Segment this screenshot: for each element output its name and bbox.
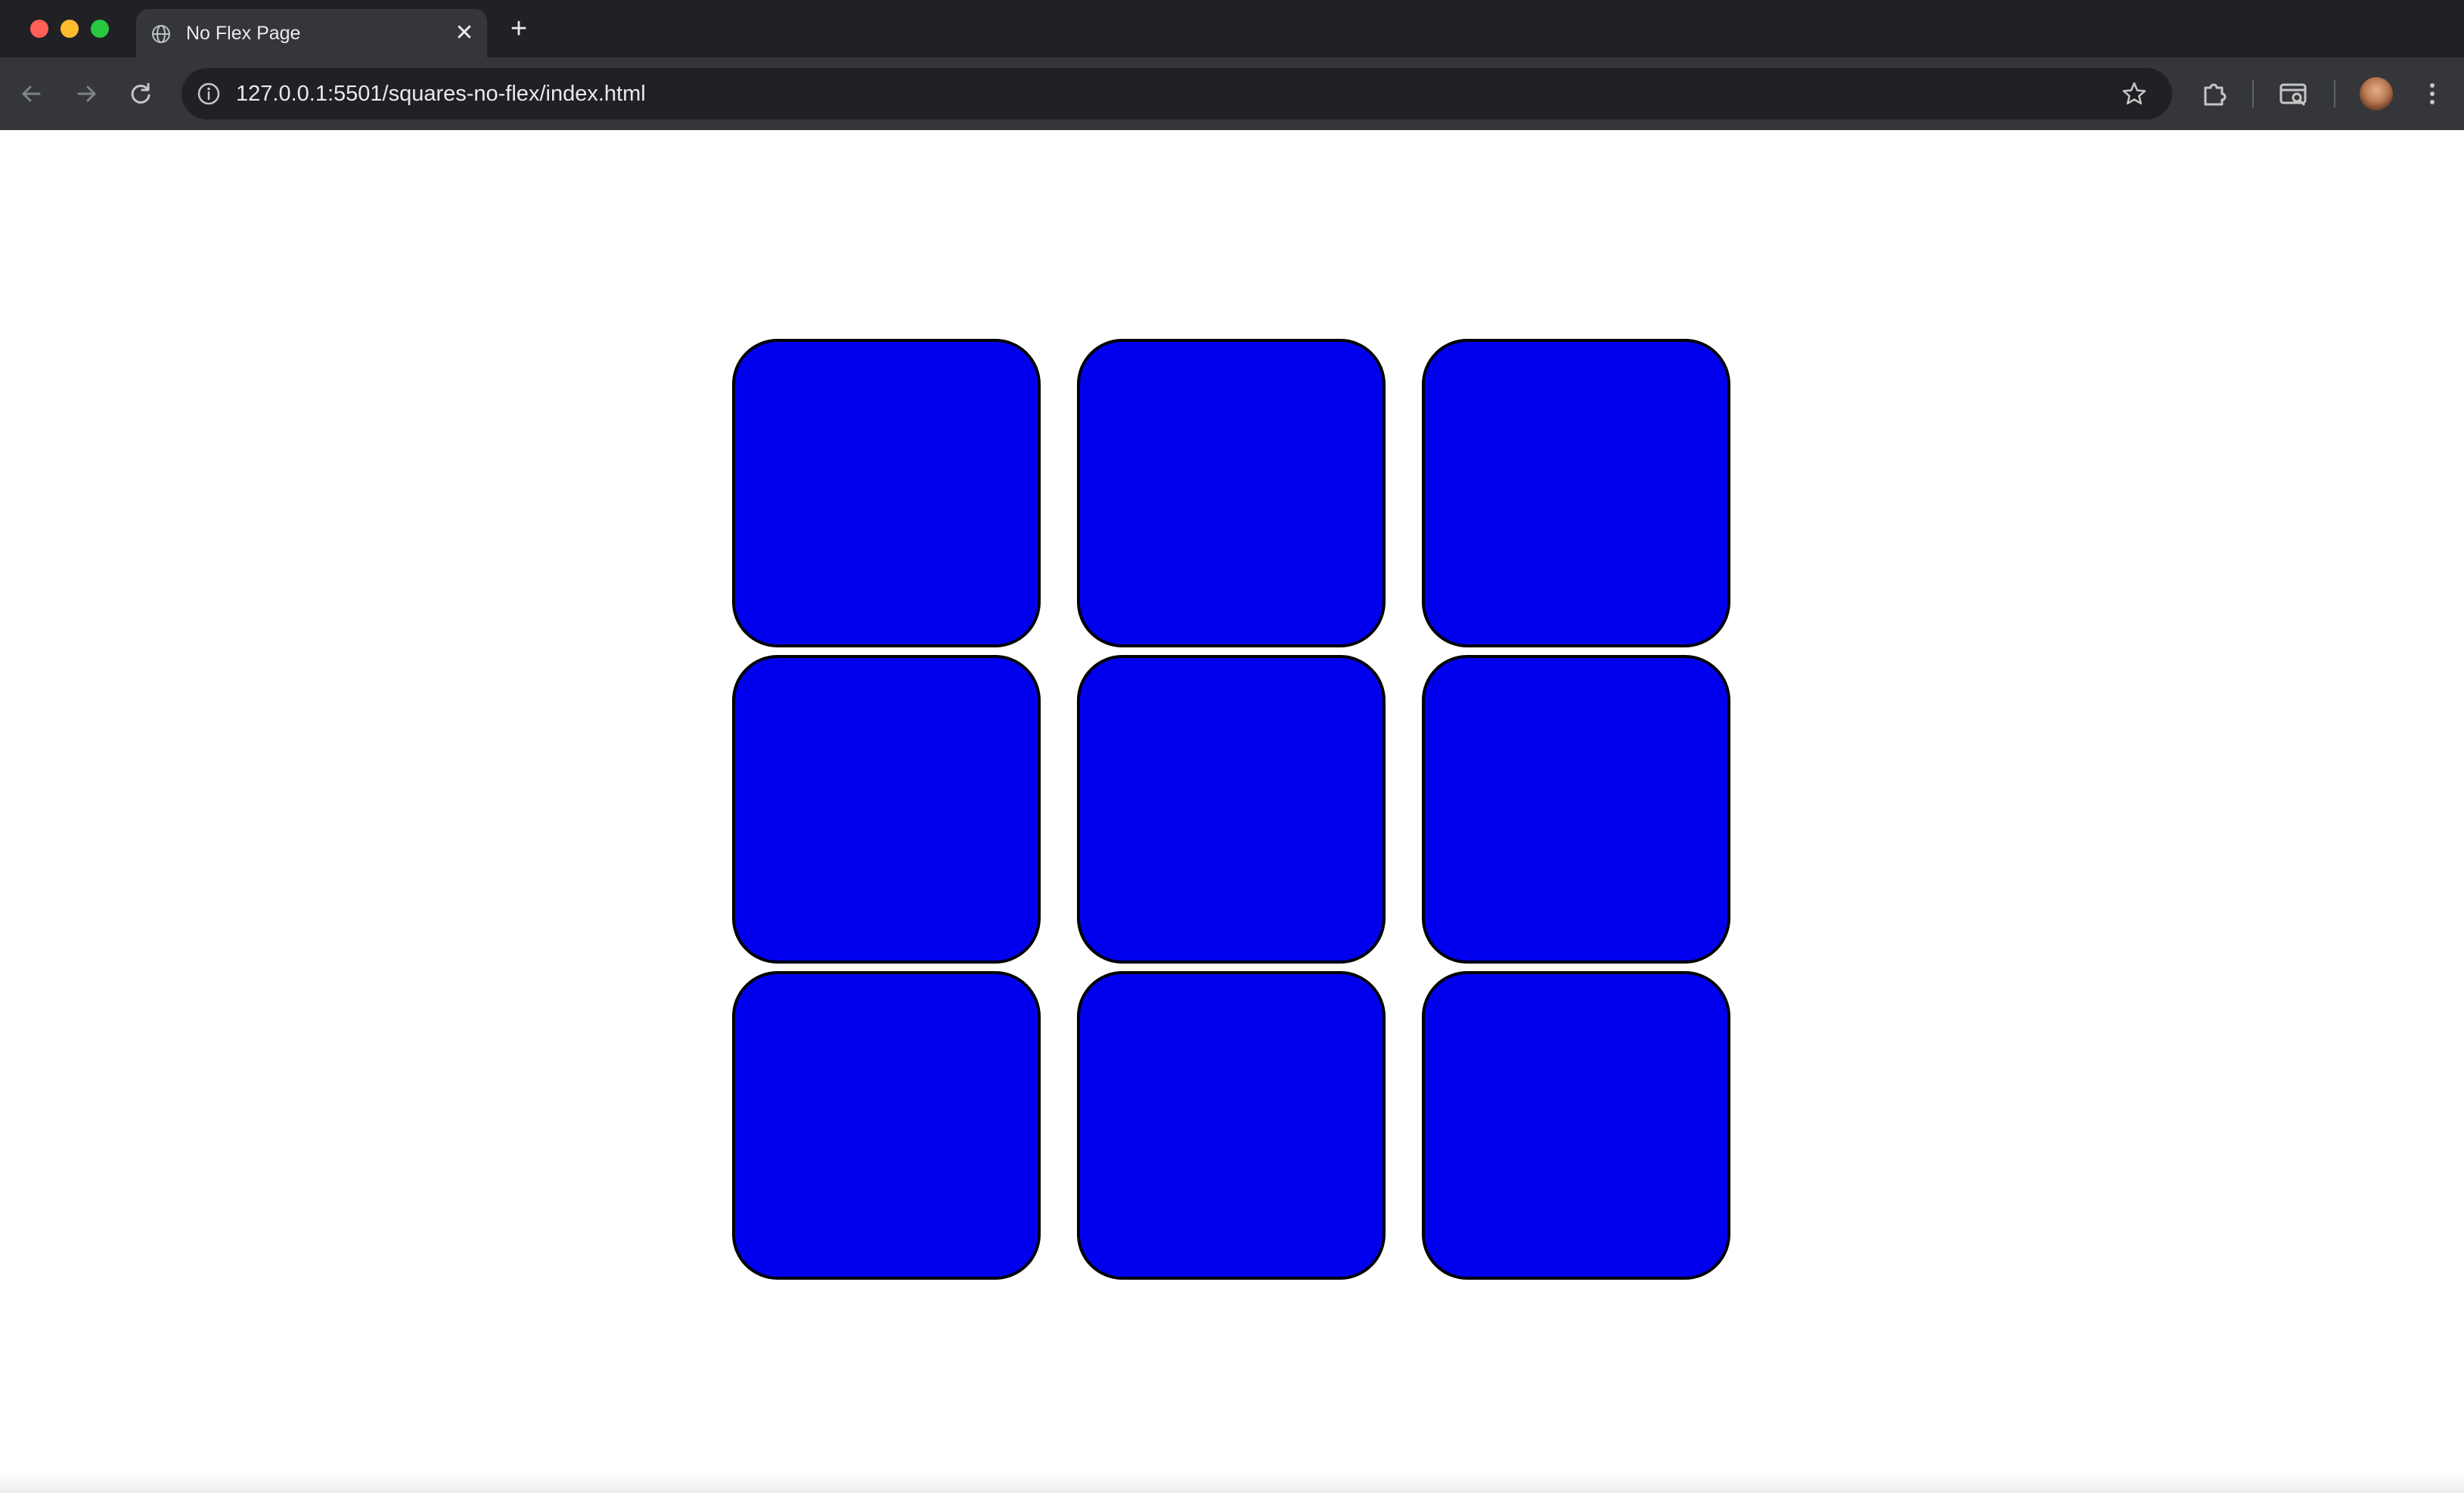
globe-icon	[152, 25, 170, 43]
star-icon[interactable]	[2119, 79, 2149, 109]
browser-toolbar: 127.0.0.1:5501/squares-no-flex/index.htm…	[0, 57, 2464, 130]
maximize-window-button[interactable]	[91, 20, 109, 38]
extensions-puzzle-icon[interactable]	[2198, 77, 2231, 110]
toolbar-separator	[2334, 80, 2335, 107]
close-window-button[interactable]	[30, 20, 48, 38]
blue-square	[1422, 339, 1730, 647]
kebab-menu-icon[interactable]	[2416, 77, 2449, 110]
back-arrow-icon[interactable]	[15, 77, 48, 110]
blue-square	[1422, 971, 1730, 1280]
toolbar-separator	[2252, 80, 2254, 107]
page-viewport	[0, 130, 2464, 1493]
blue-square	[1077, 971, 1386, 1280]
tab-title: No Flex Page	[186, 23, 301, 44]
tab-close-icon[interactable]: ✕	[454, 22, 475, 45]
blue-square	[732, 971, 1041, 1280]
active-tab[interactable]: No Flex Page ✕	[136, 9, 487, 57]
blue-square	[1422, 655, 1730, 964]
url-text[interactable]: 127.0.0.1:5501/squares-no-flex/index.htm…	[236, 68, 646, 120]
address-bar[interactable]: 127.0.0.1:5501/squares-no-flex/index.htm…	[182, 68, 2172, 120]
tab-strip: No Flex Page ✕ +	[0, 0, 2464, 57]
browser-window: No Flex Page ✕ + 127.0.0.1:5501/squares-…	[0, 0, 2464, 1493]
blue-square	[1077, 655, 1386, 964]
blue-square	[1077, 339, 1386, 647]
window-bottom-edge	[0, 1472, 2464, 1493]
blue-square	[732, 655, 1041, 964]
blue-square	[732, 339, 1041, 647]
forward-arrow-icon[interactable]	[70, 77, 103, 110]
minimize-window-button[interactable]	[61, 20, 79, 38]
reload-icon[interactable]	[124, 77, 157, 110]
square-grid	[732, 339, 1730, 1280]
tab-search-icon[interactable]	[2276, 77, 2310, 110]
new-tab-button[interactable]: +	[504, 14, 534, 44]
info-icon[interactable]	[194, 79, 224, 109]
profile-avatar[interactable]	[2360, 77, 2393, 110]
